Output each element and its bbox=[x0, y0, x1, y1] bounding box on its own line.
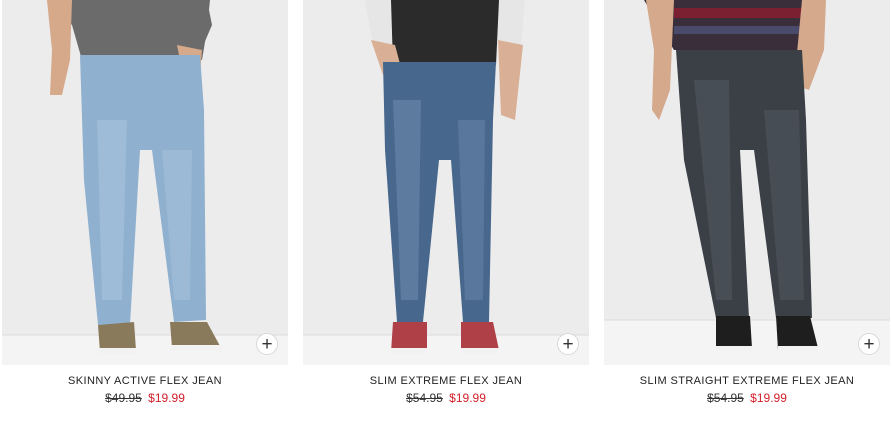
product-card[interactable]: + SLIM EXTREME FLEX JEAN $54.95 $19.99 bbox=[303, 0, 589, 424]
sale-price: $19.99 bbox=[148, 391, 185, 405]
product-title[interactable]: SLIM EXTREME FLEX JEAN bbox=[303, 375, 589, 387]
product-grid: + SKINNY ACTIVE FLEX JEAN $49.95 $19.99 bbox=[0, 0, 892, 424]
quick-add-button[interactable]: + bbox=[256, 333, 278, 355]
product-card[interactable]: + SLIM STRAIGHT EXTREME FLEX JEAN $54.95… bbox=[604, 0, 890, 424]
product-image[interactable]: + bbox=[303, 0, 589, 365]
quick-add-button[interactable]: + bbox=[557, 333, 579, 355]
product-price: $49.95 $19.99 bbox=[2, 391, 288, 405]
product-price: $54.95 $19.99 bbox=[303, 391, 589, 405]
sale-price: $19.99 bbox=[449, 391, 486, 405]
product-price: $54.95 $19.99 bbox=[604, 391, 890, 405]
original-price: $54.95 bbox=[406, 391, 443, 405]
plus-icon: + bbox=[261, 333, 273, 355]
plus-icon: + bbox=[863, 333, 875, 355]
plus-icon: + bbox=[562, 333, 574, 355]
original-price: $54.95 bbox=[707, 391, 744, 405]
original-price: $49.95 bbox=[105, 391, 142, 405]
product-title[interactable]: SLIM STRAIGHT EXTREME FLEX JEAN bbox=[604, 375, 890, 387]
product-title[interactable]: SKINNY ACTIVE FLEX JEAN bbox=[2, 375, 288, 387]
product-card[interactable]: + SKINNY ACTIVE FLEX JEAN $49.95 $19.99 bbox=[2, 0, 288, 424]
quick-add-button[interactable]: + bbox=[858, 333, 880, 355]
sale-price: $19.99 bbox=[750, 391, 787, 405]
product-image[interactable]: + bbox=[2, 0, 288, 365]
product-image[interactable]: + bbox=[604, 0, 890, 365]
